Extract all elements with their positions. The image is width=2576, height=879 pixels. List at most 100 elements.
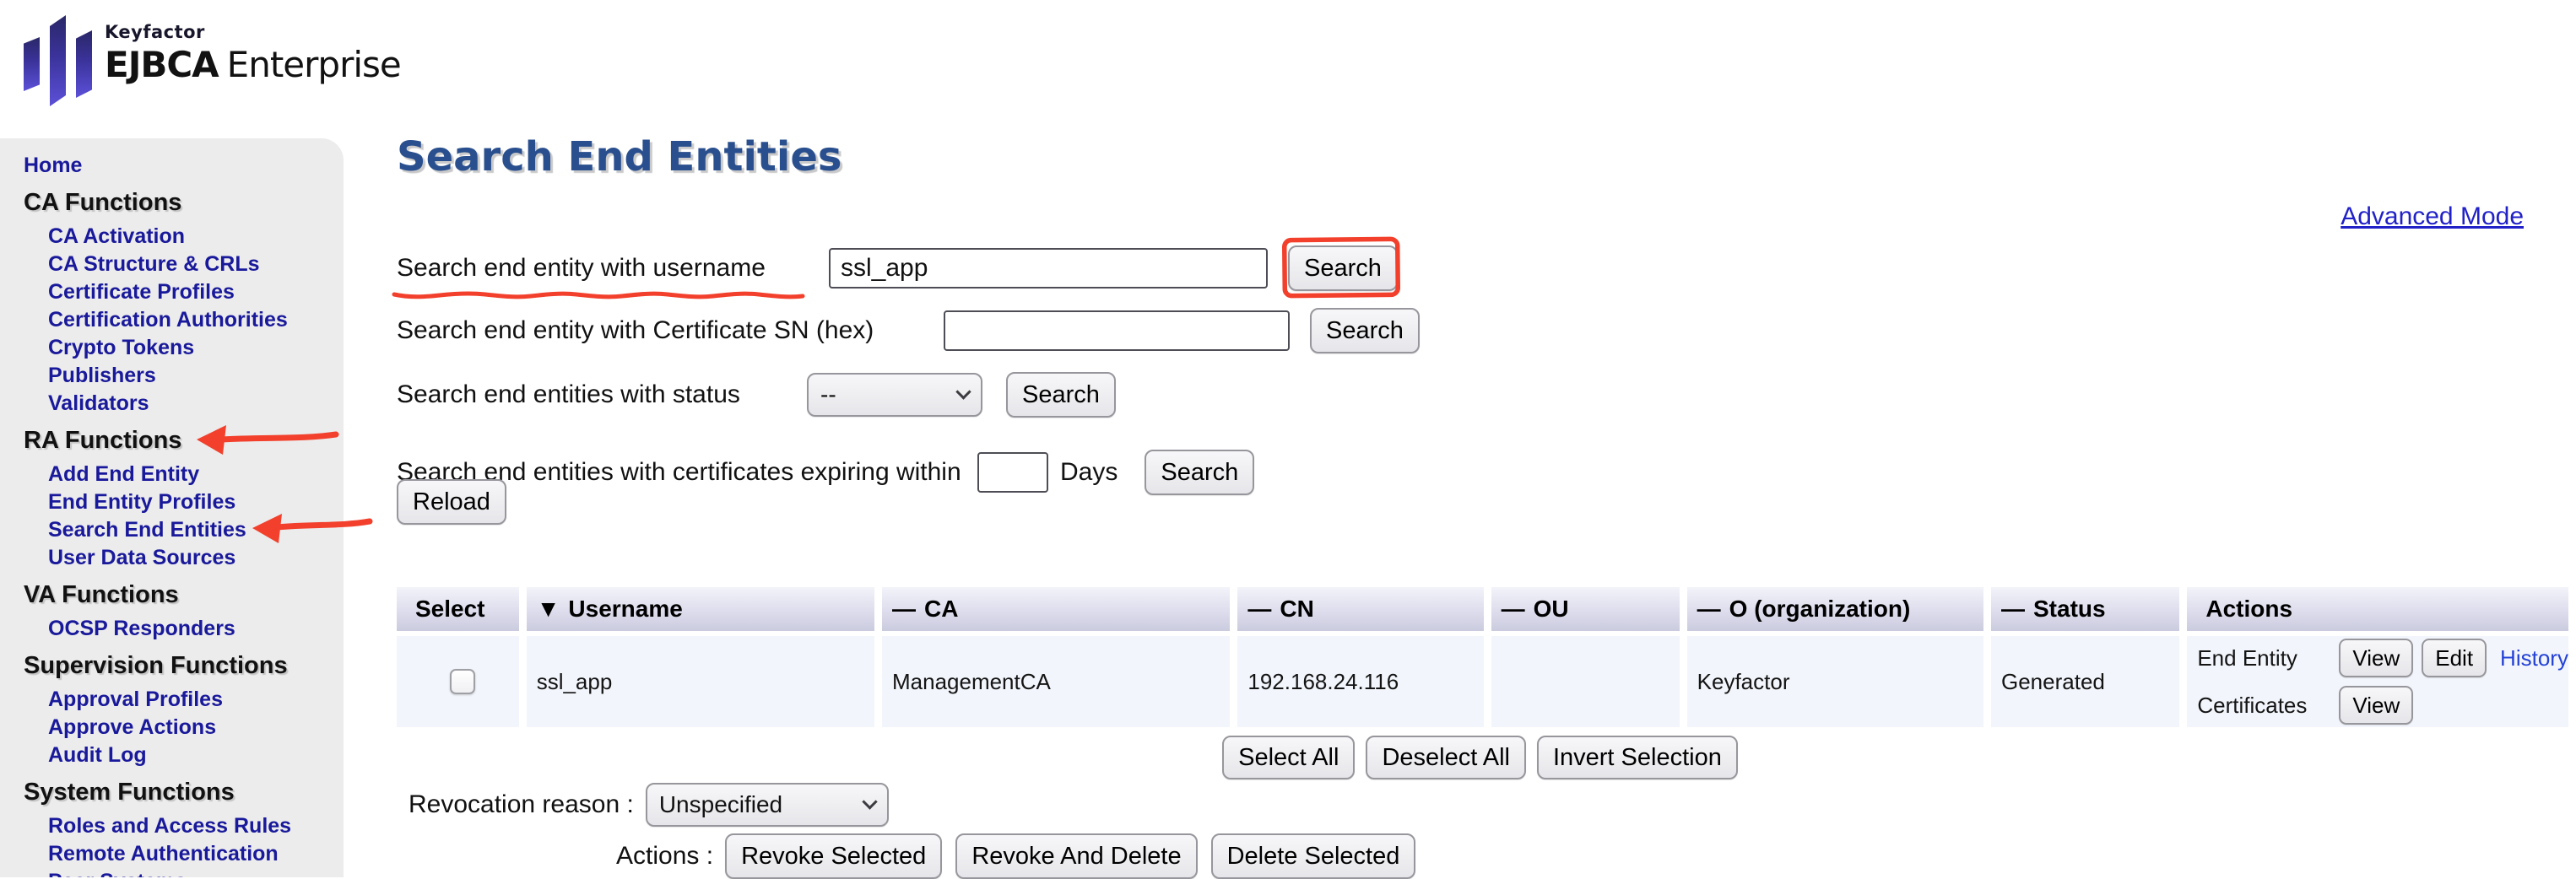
- sidebar-item-audit-log[interactable]: Audit Log: [48, 741, 344, 769]
- search-certificate-sn-input[interactable]: [944, 310, 1290, 351]
- table-header-row: Select ▼Username —CA —CN —OU —O (organiz…: [397, 587, 2568, 631]
- col-header-o-organization[interactable]: —O (organization): [1687, 587, 1983, 631]
- status-select-value: --: [820, 381, 836, 408]
- expiring-days-input[interactable]: [977, 452, 1048, 493]
- sort-indicator: —: [1697, 596, 1721, 623]
- logo-bar: [76, 30, 92, 98]
- search-certificate-sn-row: Search end entity with Certificate SN (h…: [397, 305, 1420, 356]
- end-entity-edit-button[interactable]: Edit: [2422, 639, 2487, 677]
- chevron-down-icon: [862, 794, 877, 809]
- revocation-reason-label: Revocation reason :: [409, 790, 634, 819]
- select-all-button[interactable]: Select All: [1222, 736, 1355, 779]
- sidebar-item-roles-and-access-rules[interactable]: Roles and Access Rules: [48, 812, 344, 840]
- sidebar-item-certification-authorities[interactable]: Certification Authorities: [48, 306, 344, 334]
- end-entity-actions-line: End Entity View Edit History: [2197, 639, 2568, 677]
- sidebar-item-validators[interactable]: Validators: [48, 390, 344, 418]
- sidebar-item-ca-structure-crls[interactable]: CA Structure & CRLs: [48, 251, 344, 278]
- sidebar-item-crypto-tokens[interactable]: Crypto Tokens: [48, 334, 344, 362]
- deselect-all-button[interactable]: Deselect All: [1366, 736, 1526, 779]
- end-entity-view-button[interactable]: View: [2339, 639, 2413, 677]
- cell-o-organization: Keyfactor: [1687, 636, 1983, 727]
- sidebar-item-home[interactable]: Home: [24, 152, 344, 180]
- days-unit-label: Days: [1060, 458, 1118, 487]
- search-username-button[interactable]: Search: [1288, 245, 1398, 291]
- chevron-down-icon: [955, 384, 971, 399]
- revoke-and-delete-button[interactable]: Revoke And Delete: [955, 833, 1197, 879]
- sidebar-item-ca-activation[interactable]: CA Activation: [48, 223, 344, 251]
- sort-indicator: —: [892, 596, 916, 623]
- search-status-button[interactable]: Search: [1006, 372, 1116, 418]
- keyfactor-logo-icon: [24, 10, 100, 108]
- sidebar-item-user-data-sources[interactable]: User Data Sources: [48, 544, 344, 572]
- history-link[interactable]: History: [2500, 645, 2568, 671]
- sidebar-item-remote-authentication[interactable]: Remote Authentication: [48, 840, 344, 868]
- col-header-username[interactable]: ▼Username: [527, 587, 874, 631]
- col-header-actions: Actions: [2187, 587, 2568, 631]
- sidebar-header-ca-functions: CA Functions: [24, 189, 344, 217]
- search-username-input[interactable]: [829, 248, 1268, 289]
- col-header-select: Select: [397, 587, 519, 631]
- brand-product: EJBCAEnterprise: [105, 44, 401, 85]
- invert-selection-button[interactable]: Invert Selection: [1537, 736, 1738, 779]
- sidebar-item-certificate-profiles[interactable]: Certificate Profiles: [48, 278, 344, 306]
- col-header-ca[interactable]: —CA: [882, 587, 1230, 631]
- sort-indicator: —: [1502, 596, 1525, 623]
- end-entities-table: Select ▼Username —CA —CN —OU —O (organiz…: [389, 582, 2576, 732]
- search-certificate-sn-button[interactable]: Search: [1310, 308, 1420, 353]
- bulk-actions-row: Actions : Revoke Selected Revoke And Del…: [616, 833, 1415, 879]
- sidebar-item-search-end-entities[interactable]: Search End Entities: [48, 516, 344, 544]
- sidebar-nav: Home CA Functions CA Activation CA Struc…: [0, 138, 344, 877]
- cell-ca: ManagementCA: [882, 636, 1230, 727]
- certificates-view-button[interactable]: View: [2339, 686, 2413, 725]
- top-brand-band: Keyfactor EJBCAEnterprise: [0, 0, 2576, 138]
- sort-descending-icon: ▼: [537, 596, 560, 623]
- reload-row: Reload: [397, 479, 506, 525]
- advanced-mode-link[interactable]: Advanced Mode: [2341, 202, 2524, 231]
- cell-actions: End Entity View Edit History Certificate…: [2187, 636, 2568, 727]
- row-select-checkbox[interactable]: [450, 669, 475, 694]
- sidebar-item-end-entity-profiles[interactable]: End Entity Profiles: [48, 488, 344, 516]
- col-header-ou[interactable]: —OU: [1491, 587, 1680, 631]
- delete-selected-button[interactable]: Delete Selected: [1211, 833, 1416, 879]
- status-select[interactable]: --: [807, 373, 982, 417]
- search-expiring-row: Search end entities with certificates ex…: [397, 449, 1254, 496]
- search-status-label: Search end entities with status: [397, 380, 807, 409]
- brand-text: Keyfactor EJBCAEnterprise: [105, 22, 401, 85]
- sidebar-item-approval-profiles[interactable]: Approval Profiles: [48, 686, 344, 714]
- sidebar-item-approve-actions[interactable]: Approve Actions: [48, 714, 344, 741]
- sidebar-item-publishers[interactable]: Publishers: [48, 362, 344, 390]
- cell-select: [397, 636, 519, 727]
- sidebar-header-system-functions: System Functions: [24, 779, 344, 806]
- search-username-label: Search end entity with username: [397, 254, 829, 283]
- col-header-status[interactable]: —Status: [1991, 587, 2179, 631]
- certificates-actions-line: Certificates View: [2197, 686, 2568, 725]
- sidebar-header-va-functions: VA Functions: [24, 581, 344, 609]
- search-username-row: Search end entity with username Search: [397, 243, 1398, 294]
- sort-indicator: —: [2001, 596, 2025, 623]
- selection-buttons-row: Select All Deselect All Invert Selection: [389, 736, 2571, 779]
- cell-status: Generated: [1991, 636, 2179, 727]
- annotation-underline-username-label: [394, 294, 803, 297]
- brand-product-edition: Enterprise: [227, 44, 401, 85]
- col-header-cn[interactable]: —CN: [1237, 587, 1483, 631]
- reload-button[interactable]: Reload: [397, 479, 506, 525]
- revocation-reason-select[interactable]: Unspecified: [646, 783, 889, 827]
- search-status-row: Search end entities with status -- Searc…: [397, 371, 1116, 418]
- logo-bar: [24, 37, 40, 91]
- revocation-reason-value: Unspecified: [659, 791, 782, 818]
- end-entity-label: End Entity: [2197, 645, 2330, 671]
- logo-bar: [50, 15, 66, 106]
- revoke-selected-button[interactable]: Revoke Selected: [725, 833, 942, 879]
- cell-username: ssl_app: [527, 636, 874, 727]
- search-certificate-sn-label: Search end entity with Certificate SN (h…: [397, 316, 944, 345]
- sidebar-item-add-end-entity[interactable]: Add End Entity: [48, 461, 344, 488]
- sidebar-item-peer-systems[interactable]: Peer Systems: [48, 868, 344, 877]
- search-expiring-button[interactable]: Search: [1145, 450, 1254, 495]
- revocation-reason-row: Revocation reason : Unspecified: [409, 783, 889, 827]
- sort-indicator: —: [1247, 596, 1271, 623]
- sidebar-item-ocsp-responders[interactable]: OCSP Responders: [48, 615, 344, 643]
- cell-ou: [1491, 636, 1680, 727]
- brand-company: Keyfactor: [105, 22, 401, 42]
- brand-product-name: EJBCA: [105, 44, 219, 85]
- table-row: ssl_app ManagementCA 192.168.24.116 Keyf…: [397, 636, 2568, 727]
